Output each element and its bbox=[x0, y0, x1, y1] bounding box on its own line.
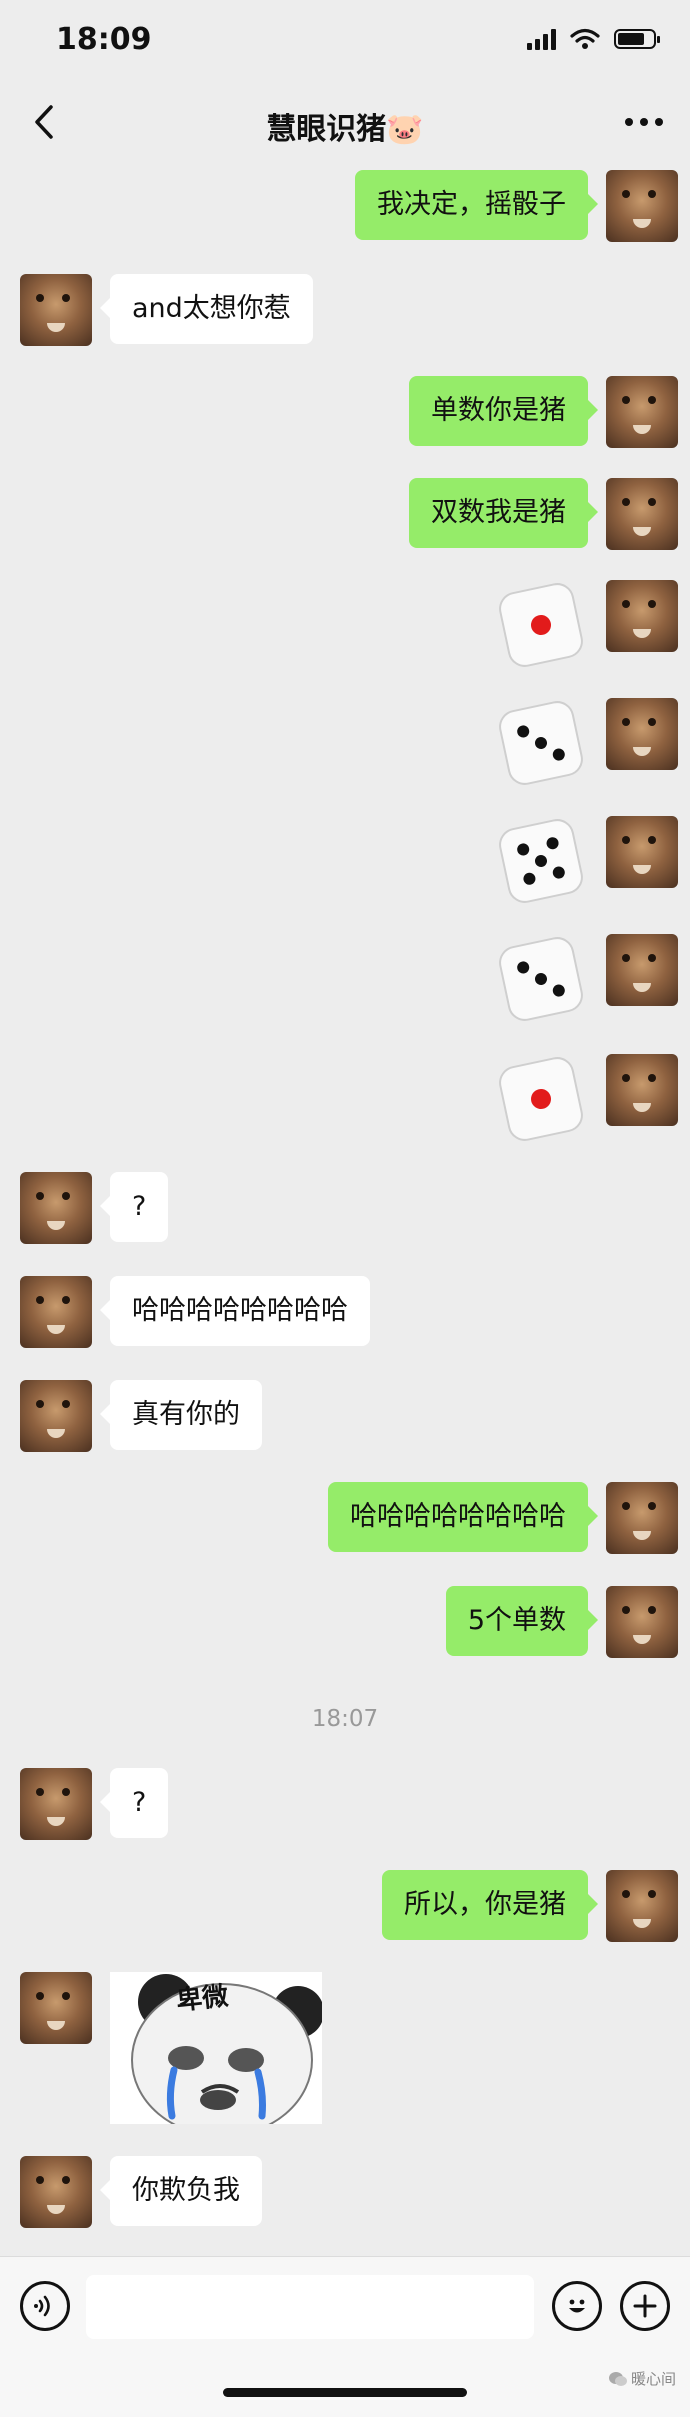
message-outgoing bbox=[498, 698, 678, 790]
message-bubble[interactable]: 单数你是猪 bbox=[409, 376, 598, 446]
message-bubble[interactable]: ? bbox=[99, 1768, 169, 1838]
message-bubble[interactable]: 我决定，摇骰子 bbox=[355, 170, 598, 240]
avatar[interactable] bbox=[606, 1870, 678, 1942]
avatar[interactable] bbox=[20, 1172, 92, 1244]
avatar[interactable] bbox=[20, 1972, 92, 2044]
message-bubble[interactable]: 哈哈哈哈哈哈哈哈 bbox=[328, 1482, 598, 1552]
message-incoming: 真有你的 bbox=[20, 1380, 262, 1452]
emoji-icon bbox=[569, 2299, 585, 2313]
avatar[interactable] bbox=[606, 1482, 678, 1554]
status-bar: 18:09 bbox=[0, 0, 690, 88]
avatar[interactable] bbox=[606, 580, 678, 652]
message-outgoing bbox=[498, 580, 678, 672]
emoji-button[interactable] bbox=[552, 2281, 602, 2331]
dice-sticker[interactable] bbox=[498, 582, 584, 672]
status-icons bbox=[527, 28, 660, 50]
avatar[interactable] bbox=[20, 2156, 92, 2228]
message-incoming: ? bbox=[20, 1768, 169, 1840]
more-button[interactable] bbox=[618, 102, 670, 142]
message-incoming: 卑微 bbox=[20, 1972, 322, 2124]
wechat-logo-icon bbox=[608, 2371, 627, 2386]
sticker-image[interactable]: 卑微 bbox=[110, 1972, 322, 2124]
battery-icon bbox=[614, 29, 660, 49]
message-outgoing: 双数我是猪 bbox=[409, 478, 678, 550]
message-bubble[interactable]: 所以，你是猪 bbox=[382, 1870, 598, 1940]
avatar[interactable] bbox=[20, 1768, 92, 1840]
message-incoming: 哈哈哈哈哈哈哈哈 bbox=[20, 1276, 370, 1348]
message-bubble[interactable]: 真有你的 bbox=[100, 1380, 262, 1450]
dice-icon bbox=[499, 583, 583, 667]
dice-icon bbox=[499, 1057, 583, 1141]
watermark-text: 暖心间 bbox=[630, 2370, 676, 2388]
message-outgoing: 单数你是猪 bbox=[409, 376, 678, 448]
voice-icon bbox=[34, 2295, 50, 2317]
avatar[interactable] bbox=[20, 274, 92, 346]
message-outgoing: 所以，你是猪 bbox=[382, 1870, 678, 1942]
avatar[interactable] bbox=[20, 1380, 92, 1452]
message-outgoing bbox=[498, 1054, 678, 1146]
message-outgoing bbox=[498, 816, 678, 908]
message-outgoing: 我决定，摇骰子 bbox=[355, 170, 678, 242]
message-bubble[interactable]: 双数我是猪 bbox=[409, 478, 598, 548]
dice-icon bbox=[499, 937, 583, 1021]
more-icon bbox=[625, 118, 663, 126]
dice-sticker[interactable] bbox=[498, 1056, 584, 1146]
avatar[interactable] bbox=[606, 1054, 678, 1126]
message-bubble[interactable]: 哈哈哈哈哈哈哈哈 bbox=[100, 1276, 370, 1346]
message-outgoing: 哈哈哈哈哈哈哈哈 bbox=[328, 1482, 678, 1554]
message-bubble[interactable]: ? bbox=[99, 1172, 169, 1242]
avatar[interactable] bbox=[606, 376, 678, 448]
dice-sticker[interactable] bbox=[498, 818, 584, 908]
add-icon bbox=[633, 2294, 657, 2318]
avatar[interactable] bbox=[606, 1586, 678, 1658]
message-outgoing bbox=[498, 934, 678, 1026]
message-timestamp: 18:07 bbox=[311, 1706, 379, 1732]
avatar[interactable] bbox=[606, 934, 678, 1006]
voice-button[interactable] bbox=[20, 2281, 70, 2331]
avatar[interactable] bbox=[606, 816, 678, 888]
message-input[interactable] bbox=[86, 2275, 534, 2339]
sticker-caption: 卑微 bbox=[174, 1981, 230, 2017]
dice-sticker[interactable] bbox=[498, 700, 584, 790]
chat-title: 慧眼识猪🐷 bbox=[266, 112, 424, 147]
dice-icon bbox=[499, 701, 583, 785]
message-bubble[interactable]: and太想你惹 bbox=[100, 274, 313, 344]
home-indicator bbox=[223, 2388, 467, 2397]
message-incoming: and太想你惹 bbox=[20, 274, 313, 346]
message-incoming: ? bbox=[20, 1172, 169, 1244]
add-button[interactable] bbox=[620, 2281, 670, 2331]
avatar[interactable] bbox=[606, 170, 678, 242]
status-time: 18:09 bbox=[56, 22, 152, 57]
message-bubble[interactable]: 5个单数 bbox=[445, 1586, 599, 1656]
wifi-icon bbox=[570, 28, 600, 49]
avatar[interactable] bbox=[606, 698, 678, 770]
avatar[interactable] bbox=[20, 1276, 92, 1348]
dice-icon bbox=[499, 819, 583, 903]
avatar[interactable] bbox=[606, 478, 678, 550]
chat-header: 慧眼识猪🐷 bbox=[0, 88, 690, 160]
signal-icon bbox=[527, 28, 556, 50]
watermark: 暖心间 bbox=[608, 2368, 676, 2389]
message-outgoing: 5个单数 bbox=[445, 1586, 678, 1658]
message-incoming: 你欺负我 bbox=[20, 2156, 262, 2228]
message-bubble[interactable]: 你欺负我 bbox=[100, 2156, 262, 2226]
dice-sticker[interactable] bbox=[498, 936, 584, 1026]
